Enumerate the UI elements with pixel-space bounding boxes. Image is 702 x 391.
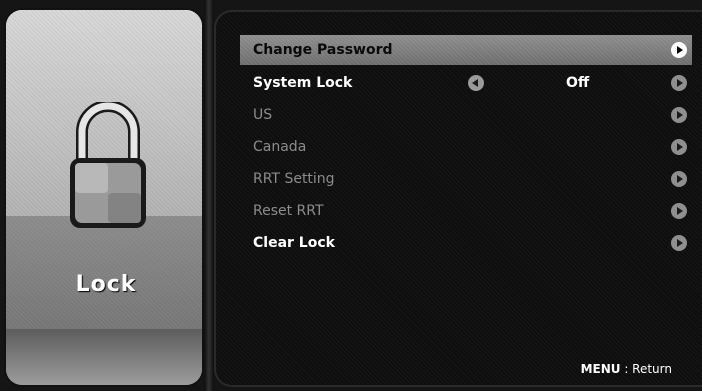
arrow-right-icon[interactable] bbox=[671, 107, 687, 123]
menu-item-clear-lock[interactable]: Clear Lock bbox=[240, 227, 692, 259]
menu-item-canada[interactable]: Canada bbox=[240, 131, 692, 163]
lock-menu: Change Password System Lock Off US Canad… bbox=[240, 35, 692, 259]
category-title: Lock bbox=[75, 272, 137, 297]
footer-action: Return bbox=[632, 362, 672, 376]
menu-item-us[interactable]: US bbox=[240, 99, 692, 131]
footer-separator: : bbox=[620, 362, 633, 376]
menu-key-label: MENU bbox=[580, 362, 621, 376]
arrow-right-icon[interactable] bbox=[671, 203, 687, 219]
panel-divider bbox=[204, 0, 214, 391]
tv-menu-screen: Lock Change Password System Lock Off US … bbox=[0, 0, 702, 391]
menu-item-label: Clear Lock bbox=[253, 235, 335, 251]
menu-item-label: Change Password bbox=[253, 42, 393, 58]
menu-item-label: US bbox=[253, 107, 273, 123]
menu-item-reset-rrt[interactable]: Reset RRT bbox=[240, 195, 692, 227]
system-lock-value: Off bbox=[566, 75, 590, 91]
padlock-icon bbox=[70, 102, 146, 228]
arrow-right-icon[interactable] bbox=[671, 75, 687, 91]
menu-item-label: Reset RRT bbox=[253, 203, 324, 219]
category-panel: Lock bbox=[4, 8, 204, 387]
menu-item-label: System Lock bbox=[253, 75, 353, 91]
arrow-right-icon[interactable] bbox=[671, 171, 687, 187]
menu-item-label: Canada bbox=[253, 139, 307, 155]
menu-item-rrt-setting[interactable]: RRT Setting bbox=[240, 163, 692, 195]
menu-item-change-password[interactable]: Change Password bbox=[240, 35, 692, 65]
arrow-left-icon[interactable] bbox=[468, 75, 484, 91]
menu-item-system-lock[interactable]: System Lock Off bbox=[240, 67, 692, 99]
arrow-right-icon[interactable] bbox=[671, 139, 687, 155]
footer-hint: MENU : Return bbox=[581, 362, 672, 376]
arrow-right-icon[interactable] bbox=[671, 42, 687, 58]
menu-item-label: RRT Setting bbox=[253, 171, 335, 187]
arrow-right-icon[interactable] bbox=[671, 235, 687, 251]
